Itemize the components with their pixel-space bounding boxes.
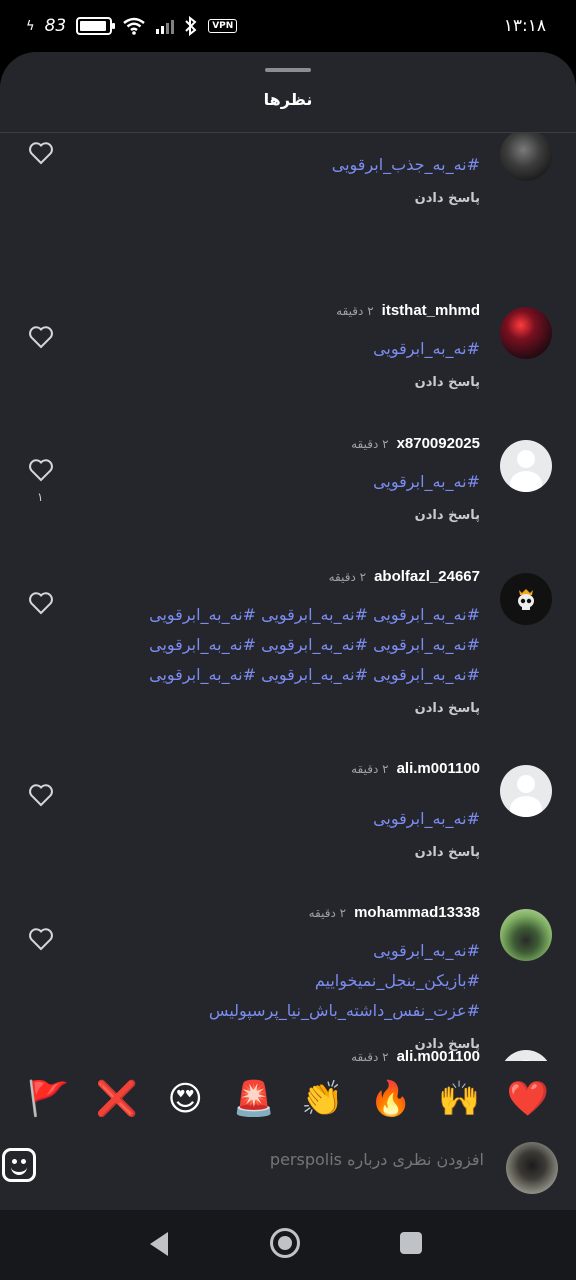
comment-item: x870092025 ۲ دقیقه #نه_به_ابرقویی پاسخ د… — [0, 386, 576, 523]
timestamp: ۲ دقیقه — [351, 1050, 389, 1061]
battery-percent: 83 — [44, 16, 67, 36]
cross-emoji-button[interactable]: ❌ — [93, 1082, 141, 1116]
timestamp: ۲ دقیقه — [336, 304, 374, 318]
heart-icon[interactable] — [28, 927, 54, 951]
comment-composer — [0, 1132, 576, 1210]
sheet-title: نظرها — [263, 90, 313, 109]
comment-meta: ali.m001100 ۲ دقیقه — [351, 760, 480, 777]
comment-text[interactable]: #نه_به_جذب_ابرقویی — [332, 155, 480, 174]
username[interactable]: x870092025 — [397, 435, 480, 452]
comment-meta: ali.m001100 ۲ دقیقه — [351, 1048, 480, 1061]
bluetooth-icon — [185, 16, 197, 36]
comments-sheet: نظرها #نه_به_جذب_ابرقویی پاسخ دادن itsth… — [0, 52, 576, 1210]
back-icon[interactable] — [150, 1232, 168, 1256]
clock: ۱۳:۱۸ — [503, 16, 546, 36]
drag-handle[interactable] — [265, 68, 311, 72]
username[interactable]: mohammad13338 — [354, 904, 480, 921]
user-avatar — [506, 1142, 558, 1194]
avatar[interactable] — [500, 307, 552, 359]
reply-button[interactable]: پاسخ دادن — [415, 191, 480, 206]
fire-emoji-button[interactable]: 🔥 — [367, 1082, 415, 1116]
comment-text[interactable]: #بازیکن_بنجل_نمیخواییم — [315, 971, 480, 990]
timestamp: ۲ دقیقه — [351, 437, 389, 451]
comment-text[interactable]: #نه_به_ابرقویی #نه_به_ابرقویی #نه_به_ابر… — [149, 665, 480, 684]
comment-meta: x870092025 ۲ دقیقه — [351, 435, 480, 452]
avatar[interactable] — [500, 133, 552, 181]
comment-meta: itsthat_mhmd ۲ دقیقه — [336, 302, 480, 319]
heart-icon[interactable] — [28, 591, 54, 615]
comment-item: ali.m001100 ۲ دقیقه — [0, 999, 576, 1061]
username[interactable]: abolfazl_24667 — [374, 568, 480, 585]
comment-text[interactable]: #نه_به_ابرقویی — [373, 941, 480, 960]
home-icon[interactable] — [270, 1228, 300, 1258]
comment-meta: abolfazl_24667 ۲ دقیقه — [329, 568, 480, 585]
red-heart-emoji-button[interactable]: ❤️ — [504, 1082, 552, 1116]
comment-item: itsthat_mhmd ۲ دقیقه #نه_به_ابرقویی پاسخ… — [0, 253, 576, 390]
flag-emoji-button[interactable]: 🚩 — [24, 1082, 72, 1116]
comment-meta: mohammad13338 ۲ دقیقه — [309, 904, 480, 921]
sticker-icon[interactable] — [2, 1148, 36, 1182]
avatar[interactable] — [500, 909, 552, 961]
heart-icon[interactable] — [28, 783, 54, 807]
comment-text[interactable]: #نه_به_ابرقویی — [373, 472, 480, 491]
signal-icon — [156, 18, 175, 34]
username[interactable]: ali.m001100 — [397, 1048, 480, 1061]
username[interactable]: ali.m001100 — [397, 760, 480, 777]
heart-eyes-emoji-button[interactable]: 😍 — [161, 1082, 209, 1116]
comment-item: #نه_به_جذب_ابرقویی پاسخ دادن — [0, 133, 576, 253]
status-bar: ϟ 83 VPN ۱۳:۱۸ — [0, 0, 576, 52]
comment-input[interactable] — [164, 1150, 484, 1169]
reaction-bar: 🚩 ❌ 😍 🚨 👏 🔥 🙌 ❤️ — [0, 1070, 576, 1128]
comments-list[interactable]: #نه_به_جذب_ابرقویی پاسخ دادن itsthat_mhm… — [0, 133, 576, 1061]
heart-icon[interactable] — [28, 325, 54, 349]
avatar[interactable] — [500, 1050, 552, 1061]
comment-text[interactable]: #نه_به_ابرقویی — [373, 809, 480, 828]
avatar[interactable] — [500, 440, 552, 492]
timestamp: ۲ دقیقه — [308, 906, 347, 920]
avatar[interactable] — [500, 573, 552, 625]
username[interactable]: itsthat_mhmd — [382, 302, 480, 319]
comment-text[interactable]: #نه_به_ابرقویی #نه_به_ابرقویی #نه_به_ابر… — [149, 635, 480, 654]
heart-icon[interactable] — [28, 458, 54, 482]
comment-item: abolfazl_24667 ۲ دقیقه #نه_به_ابرقویی #ن… — [0, 519, 576, 716]
system-nav-bar — [0, 1210, 576, 1280]
like-count[interactable]: ۱ — [37, 490, 43, 504]
comment-item: ali.m001100 ۲ دقیقه #نه_به_ابرقویی پاسخ … — [0, 711, 576, 860]
timestamp: ۲ دقیقه — [328, 570, 367, 584]
battery-icon — [76, 17, 116, 35]
skull-icon — [518, 589, 534, 610]
charging-icon: ϟ — [26, 18, 35, 34]
clap-emoji-button[interactable]: 👏 — [298, 1082, 346, 1116]
comment-text[interactable]: #نه_به_ابرقویی — [373, 339, 480, 358]
timestamp: ۲ دقیقه — [351, 762, 389, 776]
raised-hands-emoji-button[interactable]: 🙌 — [435, 1082, 483, 1116]
status-icons: ϟ 83 VPN — [26, 16, 238, 36]
recents-icon[interactable] — [400, 1232, 422, 1254]
avatar[interactable] — [500, 765, 552, 817]
heart-icon[interactable] — [28, 141, 54, 165]
comment-text[interactable]: #نه_به_ابرقویی #نه_به_ابرقویی #نه_به_ابر… — [149, 605, 480, 624]
wifi-icon — [123, 17, 145, 35]
vpn-icon: VPN — [208, 19, 238, 33]
siren-emoji-button[interactable]: 🚨 — [230, 1082, 278, 1116]
